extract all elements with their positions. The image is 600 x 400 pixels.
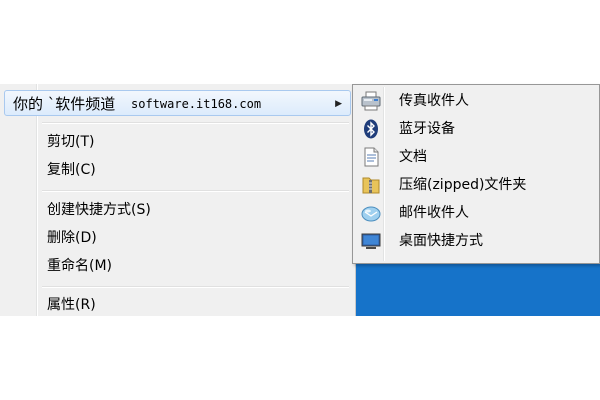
menu-item-properties[interactable]: 属性(R): [4, 292, 351, 318]
menu-item-send-to-label: 你的 `软件频道: [13, 95, 116, 113]
submenu-item-zip-folder-label: 压缩(zipped)文件夹: [399, 177, 527, 193]
submenu-item-document[interactable]: 文档: [355, 143, 597, 171]
menu-item-cut[interactable]: 剪切(T): [4, 129, 351, 155]
submenu-item-document-label: 文档: [399, 149, 427, 165]
submenu-item-bluetooth[interactable]: 蓝牙设备: [355, 115, 597, 143]
fax-icon: [361, 91, 381, 111]
submenu-item-fax-label: 传真收件人: [399, 93, 469, 109]
menu-item-delete[interactable]: 删除(D): [4, 225, 351, 251]
submenu-item-bluetooth-label: 蓝牙设备: [399, 121, 455, 137]
menu-item-rename[interactable]: 重命名(M): [4, 253, 351, 279]
menu-item-rename-label: 重命名(M): [47, 258, 113, 274]
send-to-submenu: 传真收件人 蓝牙设备 文档 压缩(zipped)文件夹 邮件收件人 桌面快捷方式: [352, 84, 600, 264]
submenu-item-mail-label: 邮件收件人: [399, 205, 469, 221]
menu-item-cut-label: 剪切(T): [47, 134, 95, 150]
zip-folder-icon: [361, 175, 381, 195]
menu-item-create-shortcut-label: 创建快捷方式(S): [47, 202, 151, 218]
menu-item-copy-label: 复制(C): [47, 162, 96, 178]
document-icon: [361, 147, 381, 167]
menu-item-delete-label: 删除(D): [47, 230, 97, 246]
mail-icon: [361, 203, 381, 223]
menu-separator: [42, 286, 349, 288]
menu-item-properties-label: 属性(R): [47, 297, 96, 313]
submenu-item-zip-folder[interactable]: 压缩(zipped)文件夹: [355, 171, 597, 199]
menu-item-send-to[interactable]: 你的 `软件频道 software.it168.com ▶: [4, 90, 351, 116]
menu-item-send-to-url: software.it168.com: [131, 97, 262, 111]
menu-separator: [42, 122, 349, 124]
submenu-item-mail[interactable]: 邮件收件人: [355, 199, 597, 227]
screenshot-stage: 你的 `软件频道 software.it168.com ▶ 剪切(T) 复制(C…: [0, 0, 600, 400]
submenu-item-desktop-shortcut-label: 桌面快捷方式: [399, 233, 483, 249]
menu-separator: [42, 190, 349, 192]
desktop-icon: [361, 231, 381, 251]
submenu-item-fax[interactable]: 传真收件人: [355, 87, 597, 115]
submenu-item-desktop-shortcut[interactable]: 桌面快捷方式: [355, 227, 597, 255]
bluetooth-icon: [361, 119, 381, 139]
menu-item-copy[interactable]: 复制(C): [4, 157, 351, 183]
submenu-arrow-icon: ▶: [335, 99, 342, 109]
menu-item-create-shortcut[interactable]: 创建快捷方式(S): [4, 197, 351, 223]
context-menu: 你的 `软件频道 software.it168.com ▶ 剪切(T) 复制(C…: [0, 84, 356, 316]
